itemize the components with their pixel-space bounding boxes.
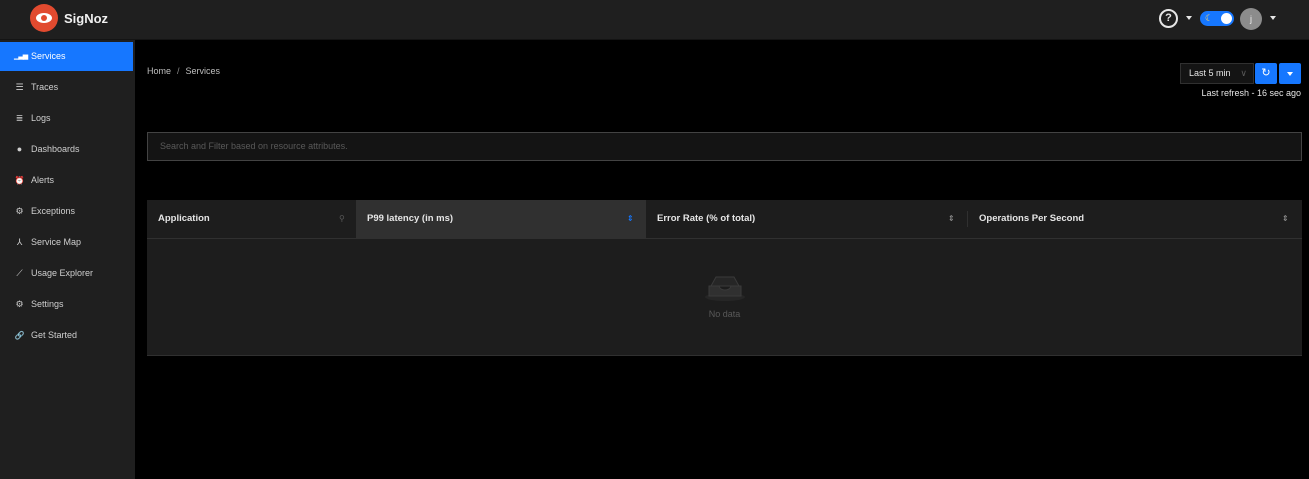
services-table-header: Application ⚲ P99 latency (in ms) ⇕ Erro…: [147, 200, 1302, 239]
sidebar-item-logs[interactable]: ≣ Logs: [0, 104, 133, 133]
sidebar-item-usage-explorer[interactable]: ⟋ Usage Explorer: [0, 259, 133, 288]
bug-icon: ⚙: [15, 206, 24, 216]
time-range-value: Last 5 min: [1189, 68, 1231, 78]
column-header-label: Operations Per Second: [979, 213, 1085, 224]
sidebar-item-label: Dashboards: [31, 144, 80, 154]
breadcrumb-separator: /: [177, 66, 180, 76]
sort-icon[interactable]: ⇕: [627, 200, 634, 238]
toggle-knob: [1221, 13, 1232, 24]
refresh-button[interactable]: ↻: [1255, 63, 1277, 84]
sidebar-item-get-started[interactable]: 🔗 Get Started: [0, 321, 133, 350]
sidebar-item-label: Logs: [31, 113, 51, 123]
sidebar-item-label: Get Started: [31, 330, 78, 340]
link-icon: 🔗: [14, 331, 25, 340]
sidebar: ▁▃▅ Services ☰ Traces ≣ Logs ● Dashboard…: [0, 40, 135, 479]
breadcrumb-current: Services: [185, 66, 221, 76]
sidebar-item-label: Services: [31, 51, 66, 61]
sidebar-item-label: Service Map: [31, 237, 82, 247]
breadcrumb: Home / Services: [147, 66, 220, 76]
sidebar-item-alerts[interactable]: ⏰ Alerts: [0, 166, 133, 195]
breadcrumb-home-link[interactable]: Home: [147, 66, 171, 76]
refresh-icon: ↻: [1261, 67, 1271, 79]
column-header-operations-per-second[interactable]: Operations Per Second ⇕: [968, 200, 1302, 238]
column-header-application[interactable]: Application ⚲: [147, 200, 356, 238]
refresh-interval-dropdown-button[interactable]: [1279, 63, 1301, 84]
last-refresh-text: Last refresh - 16 sec ago: [1201, 88, 1301, 98]
align-left-icon: ≣: [15, 113, 24, 123]
sidebar-item-service-map[interactable]: ⅄ Service Map: [0, 228, 133, 257]
services-table-body: No data: [147, 239, 1302, 356]
user-menu-chevron-down-icon[interactable]: [1270, 16, 1276, 20]
sidebar-item-dashboards[interactable]: ● Dashboards: [0, 135, 133, 164]
sort-icon[interactable]: ⇕: [948, 200, 955, 238]
column-header-label: Application: [158, 213, 210, 224]
time-range-select[interactable]: Last 5 min ∨: [1180, 63, 1254, 84]
sidebar-item-label: Alerts: [31, 175, 55, 185]
resource-attribute-search-input[interactable]: Search and Filter based on resource attr…: [147, 132, 1302, 161]
question-circle-icon[interactable]: ?: [1159, 9, 1178, 28]
column-header-label: Error Rate (% of total): [657, 213, 756, 224]
sidebar-item-services[interactable]: ▁▃▅ Services: [0, 42, 133, 71]
app-name[interactable]: SigNoz: [64, 11, 108, 26]
sidebar-item-label: Settings: [31, 299, 64, 309]
empty-inbox-icon: [705, 276, 745, 301]
avatar[interactable]: j: [1240, 8, 1262, 30]
sidebar-item-label: Exceptions: [31, 206, 76, 216]
caret-down-icon: [1287, 72, 1293, 76]
deployment-unit-icon: ⅄: [16, 237, 23, 247]
column-header-error-rate[interactable]: Error Rate (% of total) ⇕: [646, 200, 968, 238]
moon-icon: ☾: [1205, 13, 1214, 23]
column-header-label: P99 latency (in ms): [367, 213, 454, 224]
bar-chart-icon: ▁▃▅: [14, 53, 28, 60]
sidebar-item-label: Traces: [31, 82, 59, 92]
settings-icon: ⚙: [15, 299, 24, 309]
theme-toggle[interactable]: ☾: [1200, 11, 1234, 26]
line-chart-icon: ⟋: [16, 268, 23, 278]
top-header: SigNoz ? ☾ j: [0, 0, 1309, 40]
sidebar-item-settings[interactable]: ⚙ Settings: [0, 290, 133, 319]
sort-icon[interactable]: ⇕: [1282, 200, 1289, 238]
chevron-down-icon: ∨: [1240, 68, 1247, 78]
dashboard-icon: ●: [16, 144, 23, 154]
signoz-logo-icon[interactable]: [30, 4, 58, 32]
empty-state-text: No data: [708, 309, 741, 319]
alarm-icon: ⏰: [14, 176, 25, 185]
column-header-p99-latency[interactable]: P99 latency (in ms) ⇕: [356, 200, 646, 238]
sidebar-item-label: Usage Explorer: [31, 268, 94, 278]
search-icon[interactable]: ⚲: [339, 200, 345, 238]
sidebar-item-exceptions[interactable]: ⚙ Exceptions: [0, 197, 133, 226]
sidebar-item-traces[interactable]: ☰ Traces: [0, 73, 133, 102]
help-chevron-down-icon[interactable]: [1186, 16, 1192, 20]
menu-icon: ☰: [15, 82, 24, 92]
